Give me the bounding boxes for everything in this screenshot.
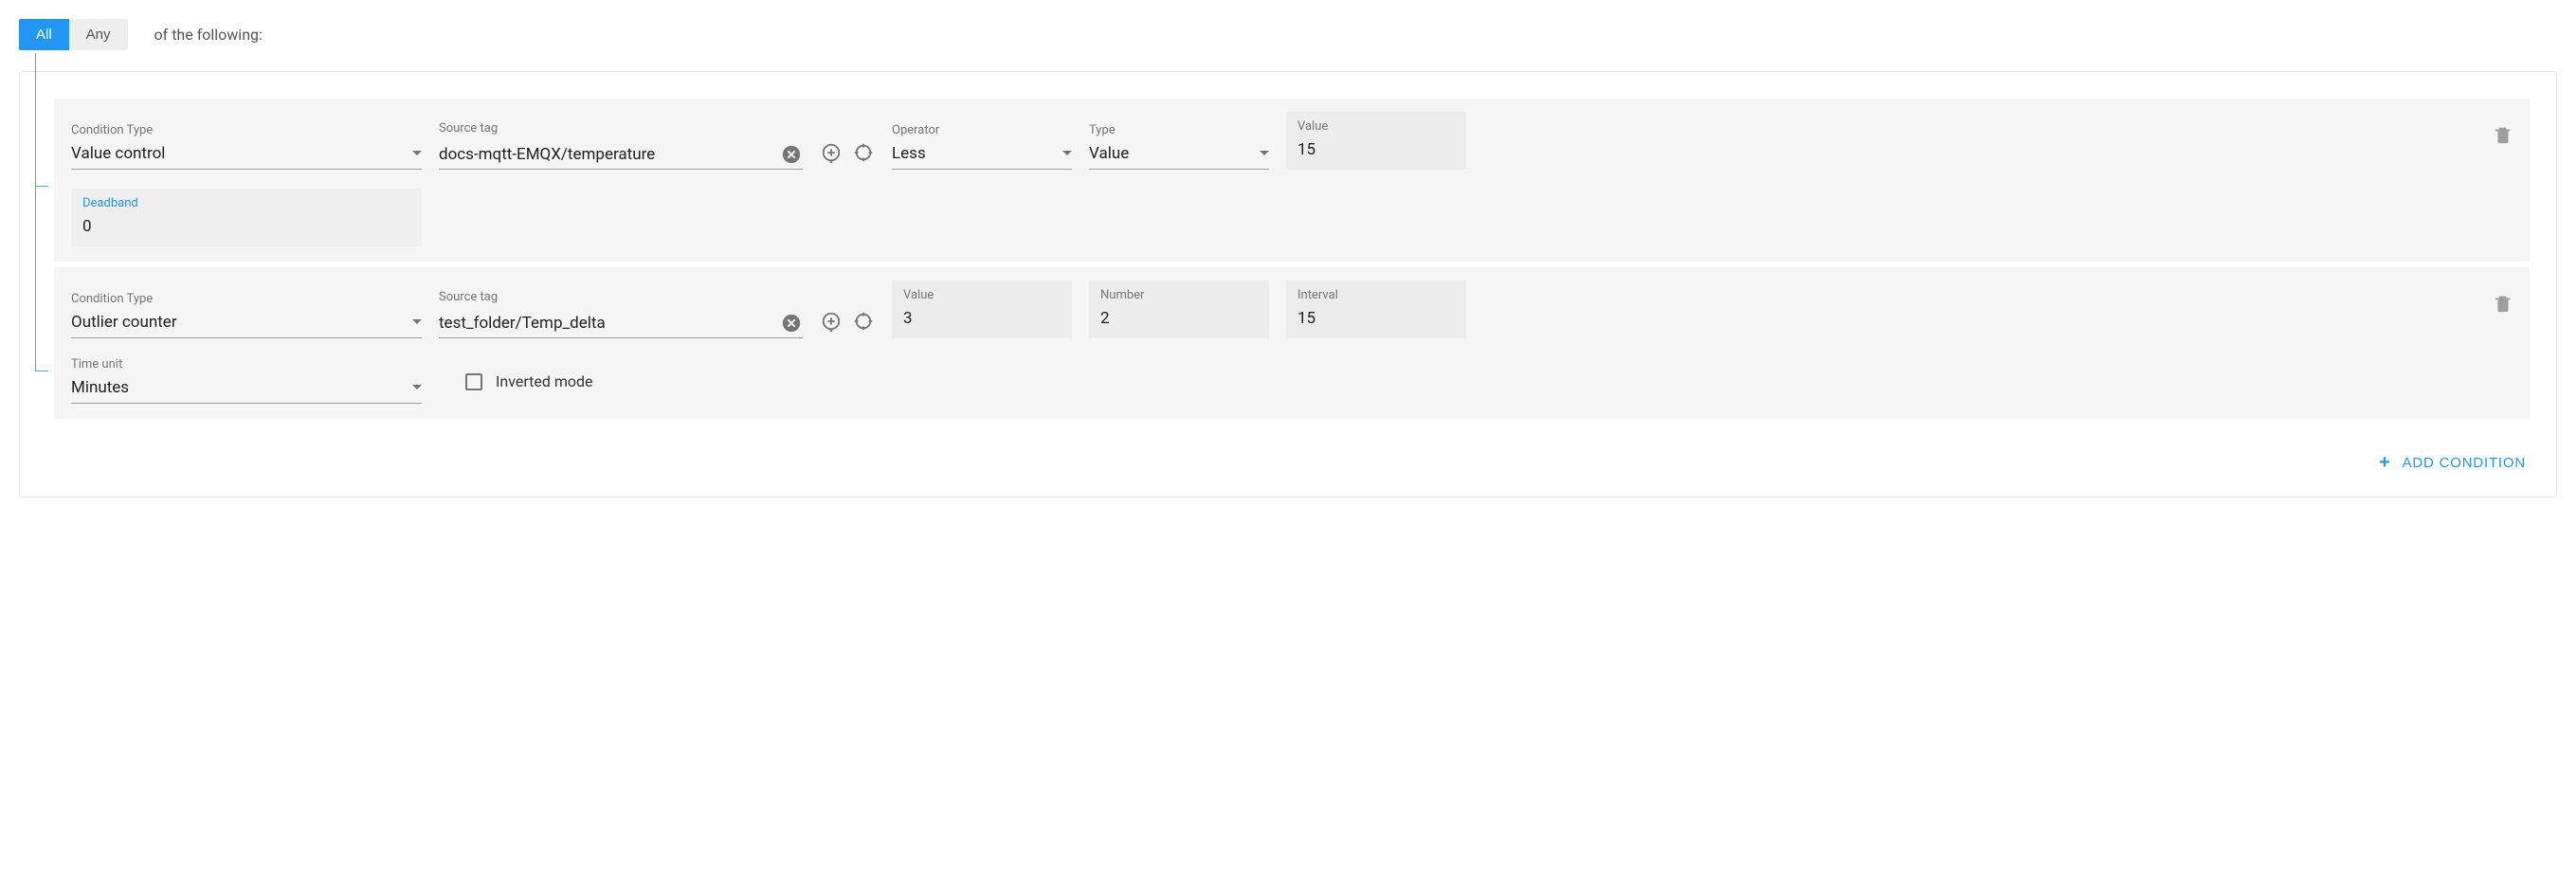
number-input[interactable]: Number 2 [1089,281,1269,338]
condition-card: Condition Type Outlier counter Source ta… [54,267,2530,419]
field-value: Value control [71,143,422,170]
tag-action-icons [820,310,875,338]
match-any-button[interactable]: Any [69,19,128,50]
tree-connector [35,72,48,497]
target-icon[interactable] [852,310,875,333]
field-value: 3 [903,308,1061,335]
clear-icon[interactable] [780,312,803,335]
field-label: Source tag [439,121,803,136]
field-value: 15 [1297,308,1455,335]
logic-header: All Any of the following: [19,19,2557,50]
tag-action-icons [820,141,875,170]
condition-card: Condition Type Value control Source tag … [54,99,2530,262]
add-condition-label: Add Condition [2403,455,2526,471]
field-value: Minutes [71,377,422,404]
header-suffix-text: of the following: [154,26,263,44]
field-label: Number [1100,288,1258,302]
target-icon[interactable] [852,141,875,164]
operator-select[interactable]: Operator Less [892,123,1072,170]
field-label: Time unit [71,357,422,371]
field-label: Interval [1297,288,1455,302]
time-unit-select[interactable]: Time unit Minutes [71,357,422,404]
add-target-icon[interactable] [820,310,843,333]
field-label: Condition Type [71,292,422,306]
field-label: Source tag [439,290,803,304]
interval-input[interactable]: Interval 15 [1286,281,1466,338]
add-condition-button[interactable]: + Add Condition [2375,445,2530,480]
checkbox-label: Inverted mode [496,372,593,390]
field-value: test_folder/Temp_delta [439,314,606,333]
value-input[interactable]: Value 15 [1286,112,1466,170]
checkbox-icon[interactable] [465,373,482,390]
type-select[interactable]: Type Value [1089,123,1269,170]
conditions-container: Condition Type Value control Source tag … [19,71,2557,498]
field-value: 15 [1297,139,1455,166]
field-value: 2 [1100,308,1258,335]
add-target-icon[interactable] [820,141,843,164]
source-tag-field[interactable]: Source tag docs-mqtt-EMQX/temperature [439,121,803,170]
field-value: Value [1089,143,1269,170]
field-value: docs-mqtt-EMQX/temperature [439,145,655,164]
field-label: Type [1089,123,1269,137]
field-label: Operator [892,123,1072,137]
value-input[interactable]: Value 3 [892,281,1072,338]
match-toggle-group: All Any [19,19,128,50]
deadband-input[interactable]: Deadband 0 [71,189,422,246]
trash-icon[interactable] [2492,123,2514,146]
field-value: Less [892,143,1072,170]
clear-icon[interactable] [780,143,803,166]
field-label: Value [1297,119,1455,134]
field-label: Condition Type [71,123,422,137]
plus-icon: + [2379,453,2390,472]
match-all-button[interactable]: All [19,19,69,50]
condition-type-select[interactable]: Condition Type Value control [71,123,422,170]
field-value: Outlier counter [71,312,422,338]
source-tag-field[interactable]: Source tag test_folder/Temp_delta [439,290,803,338]
field-label: Deadband [82,196,410,210]
field-value: 0 [82,216,410,243]
inverted-mode-checkbox[interactable]: Inverted mode [465,372,593,404]
field-label: Value [903,288,1061,302]
trash-icon[interactable] [2492,292,2514,315]
condition-type-select[interactable]: Condition Type Outlier counter [71,292,422,338]
